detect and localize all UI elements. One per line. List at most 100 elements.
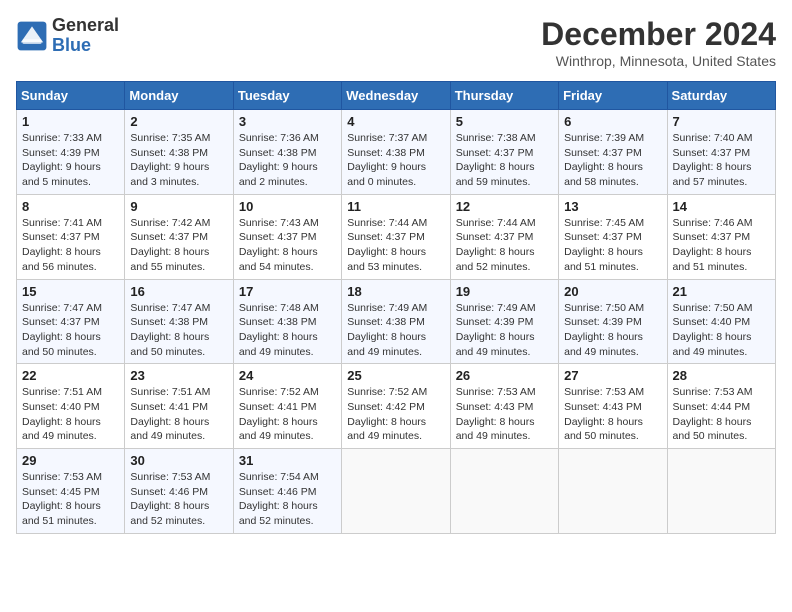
day-cell-18: 18 Sunrise: 7:49 AMSunset: 4:38 PMDayligh… xyxy=(342,279,450,364)
day-info: Sunrise: 7:39 AMSunset: 4:37 PMDaylight:… xyxy=(564,131,661,190)
weekday-header-row: SundayMondayTuesdayWednesdayThursdayFrid… xyxy=(17,82,776,110)
day-number: 15 xyxy=(22,284,119,299)
day-cell-10: 10 Sunrise: 7:43 AMSunset: 4:37 PMDayligh… xyxy=(233,194,341,279)
day-cell-7: 7 Sunrise: 7:40 AMSunset: 4:37 PMDaylight… xyxy=(667,110,775,195)
empty-cell xyxy=(559,449,667,534)
day-cell-5: 5Sunrise: 7:38 AMSunset: 4:37 PMDaylight… xyxy=(450,110,558,195)
calendar-header: SundayMondayTuesdayWednesdayThursdayFrid… xyxy=(17,82,776,110)
day-cell-9: 9Sunrise: 7:42 AMSunset: 4:37 PMDaylight… xyxy=(125,194,233,279)
day-info: Sunrise: 7:51 AMSunset: 4:40 PMDaylight:… xyxy=(22,385,119,444)
day-info: Sunrise: 7:53 AMSunset: 4:46 PMDaylight:… xyxy=(130,470,227,529)
day-number: 18 xyxy=(347,284,444,299)
header: General Blue December 2024 Winthrop, Min… xyxy=(16,16,776,69)
day-cell-21: 21 Sunrise: 7:50 AMSunset: 4:40 PMDayligh… xyxy=(667,279,775,364)
day-cell-2: 2 Sunrise: 7:35 AMSunset: 4:38 PMDaylight… xyxy=(125,110,233,195)
logo-text: General Blue xyxy=(52,16,119,56)
day-cell-1: 1 Sunrise: 7:33 AMSunset: 4:39 PMDaylight… xyxy=(17,110,125,195)
weekday-header-thursday: Thursday xyxy=(450,82,558,110)
day-number: 14 xyxy=(673,199,770,214)
logo: General Blue xyxy=(16,16,119,56)
day-number: 20 xyxy=(564,284,661,299)
day-cell-4: 4Sunrise: 7:37 AMSunset: 4:38 PMDaylight… xyxy=(342,110,450,195)
day-number: 12 xyxy=(456,199,553,214)
day-info: Sunrise: 7:47 AMSunset: 4:37 PMDaylight:… xyxy=(22,301,119,360)
day-number: 23 xyxy=(130,368,227,383)
day-number: 2 xyxy=(130,114,227,129)
day-info: Sunrise: 7:40 AMSunset: 4:37 PMDaylight:… xyxy=(673,131,770,190)
day-cell-15: 15 Sunrise: 7:47 AMSunset: 4:37 PMDayligh… xyxy=(17,279,125,364)
day-cell-24: 24 Sunrise: 7:52 AMSunset: 4:41 PMDayligh… xyxy=(233,364,341,449)
day-info: Sunrise: 7:44 AMSunset: 4:37 PMDaylight:… xyxy=(456,216,553,275)
weekday-header-sunday: Sunday xyxy=(17,82,125,110)
day-cell-27: 27 Sunrise: 7:53 AMSunset: 4:43 PMDayligh… xyxy=(559,364,667,449)
day-cell-14: 14 Sunrise: 7:46 AMSunset: 4:37 PMDayligh… xyxy=(667,194,775,279)
day-info: Sunrise: 7:37 AMSunset: 4:38 PMDaylight:… xyxy=(347,131,444,190)
day-cell-13: 13 Sunrise: 7:45 AMSunset: 4:37 PMDayligh… xyxy=(559,194,667,279)
title-area: December 2024 Winthrop, Minnesota, Unite… xyxy=(541,16,776,69)
calendar-table: SundayMondayTuesdayWednesdayThursdayFrid… xyxy=(16,81,776,534)
day-number: 3 xyxy=(239,114,336,129)
day-cell-31: 31 Sunrise: 7:54 AMSunset: 4:46 PMDayligh… xyxy=(233,449,341,534)
day-cell-20: 20 Sunrise: 7:50 AMSunset: 4:39 PMDayligh… xyxy=(559,279,667,364)
day-info: Sunrise: 7:54 AMSunset: 4:46 PMDaylight:… xyxy=(239,470,336,529)
day-cell-16: 16Sunrise: 7:47 AMSunset: 4:38 PMDayligh… xyxy=(125,279,233,364)
weekday-header-wednesday: Wednesday xyxy=(342,82,450,110)
day-number: 13 xyxy=(564,199,661,214)
week-row-1: 1 Sunrise: 7:33 AMSunset: 4:39 PMDaylight… xyxy=(17,110,776,195)
day-number: 31 xyxy=(239,453,336,468)
day-info: Sunrise: 7:52 AMSunset: 4:42 PMDaylight:… xyxy=(347,385,444,444)
day-cell-12: 12 Sunrise: 7:44 AMSunset: 4:37 PMDayligh… xyxy=(450,194,558,279)
day-cell-11: 11 Sunrise: 7:44 AMSunset: 4:37 PMDayligh… xyxy=(342,194,450,279)
day-number: 9 xyxy=(130,199,227,214)
day-number: 29 xyxy=(22,453,119,468)
day-info: Sunrise: 7:35 AMSunset: 4:38 PMDaylight:… xyxy=(130,131,227,190)
day-cell-26: 26Sunrise: 7:53 AMSunset: 4:43 PMDayligh… xyxy=(450,364,558,449)
day-number: 11 xyxy=(347,199,444,214)
day-info: Sunrise: 7:52 AMSunset: 4:41 PMDaylight:… xyxy=(239,385,336,444)
week-row-4: 22 Sunrise: 7:51 AMSunset: 4:40 PMDayligh… xyxy=(17,364,776,449)
day-info: Sunrise: 7:50 AMSunset: 4:39 PMDaylight:… xyxy=(564,301,661,360)
day-number: 27 xyxy=(564,368,661,383)
day-number: 17 xyxy=(239,284,336,299)
week-row-3: 15 Sunrise: 7:47 AMSunset: 4:37 PMDayligh… xyxy=(17,279,776,364)
day-info: Sunrise: 7:49 AMSunset: 4:39 PMDaylight:… xyxy=(456,301,553,360)
day-cell-23: 23Sunrise: 7:51 AMSunset: 4:41 PMDayligh… xyxy=(125,364,233,449)
day-cell-19: 19 Sunrise: 7:49 AMSunset: 4:39 PMDayligh… xyxy=(450,279,558,364)
empty-cell xyxy=(667,449,775,534)
day-info: Sunrise: 7:49 AMSunset: 4:38 PMDaylight:… xyxy=(347,301,444,360)
day-cell-29: 29 Sunrise: 7:53 AMSunset: 4:45 PMDayligh… xyxy=(17,449,125,534)
day-info: Sunrise: 7:41 AMSunset: 4:37 PMDaylight:… xyxy=(22,216,119,275)
day-info: Sunrise: 7:48 AMSunset: 4:38 PMDaylight:… xyxy=(239,301,336,360)
day-info: Sunrise: 7:46 AMSunset: 4:37 PMDaylight:… xyxy=(673,216,770,275)
calendar-title: December 2024 xyxy=(541,16,776,53)
day-info: Sunrise: 7:53 AMSunset: 4:45 PMDaylight:… xyxy=(22,470,119,529)
day-info: Sunrise: 7:44 AMSunset: 4:37 PMDaylight:… xyxy=(347,216,444,275)
day-number: 10 xyxy=(239,199,336,214)
day-number: 22 xyxy=(22,368,119,383)
empty-cell xyxy=(450,449,558,534)
day-number: 7 xyxy=(673,114,770,129)
day-info: Sunrise: 7:53 AMSunset: 4:43 PMDaylight:… xyxy=(564,385,661,444)
day-number: 28 xyxy=(673,368,770,383)
day-info: Sunrise: 7:50 AMSunset: 4:40 PMDaylight:… xyxy=(673,301,770,360)
day-cell-22: 22 Sunrise: 7:51 AMSunset: 4:40 PMDayligh… xyxy=(17,364,125,449)
calendar-body: 1 Sunrise: 7:33 AMSunset: 4:39 PMDaylight… xyxy=(17,110,776,534)
weekday-header-saturday: Saturday xyxy=(667,82,775,110)
day-cell-25: 25Sunrise: 7:52 AMSunset: 4:42 PMDayligh… xyxy=(342,364,450,449)
day-number: 8 xyxy=(22,199,119,214)
day-info: Sunrise: 7:33 AMSunset: 4:39 PMDaylight:… xyxy=(22,131,119,190)
day-number: 1 xyxy=(22,114,119,129)
weekday-header-friday: Friday xyxy=(559,82,667,110)
day-cell-3: 3 Sunrise: 7:36 AMSunset: 4:38 PMDaylight… xyxy=(233,110,341,195)
day-cell-28: 28Sunrise: 7:53 AMSunset: 4:44 PMDayligh… xyxy=(667,364,775,449)
day-info: Sunrise: 7:43 AMSunset: 4:37 PMDaylight:… xyxy=(239,216,336,275)
day-info: Sunrise: 7:45 AMSunset: 4:37 PMDaylight:… xyxy=(564,216,661,275)
empty-cell xyxy=(342,449,450,534)
day-number: 21 xyxy=(673,284,770,299)
day-info: Sunrise: 7:53 AMSunset: 4:43 PMDaylight:… xyxy=(456,385,553,444)
week-row-5: 29 Sunrise: 7:53 AMSunset: 4:45 PMDayligh… xyxy=(17,449,776,534)
day-info: Sunrise: 7:36 AMSunset: 4:38 PMDaylight:… xyxy=(239,131,336,190)
day-number: 19 xyxy=(456,284,553,299)
day-cell-8: 8 Sunrise: 7:41 AMSunset: 4:37 PMDaylight… xyxy=(17,194,125,279)
day-number: 24 xyxy=(239,368,336,383)
